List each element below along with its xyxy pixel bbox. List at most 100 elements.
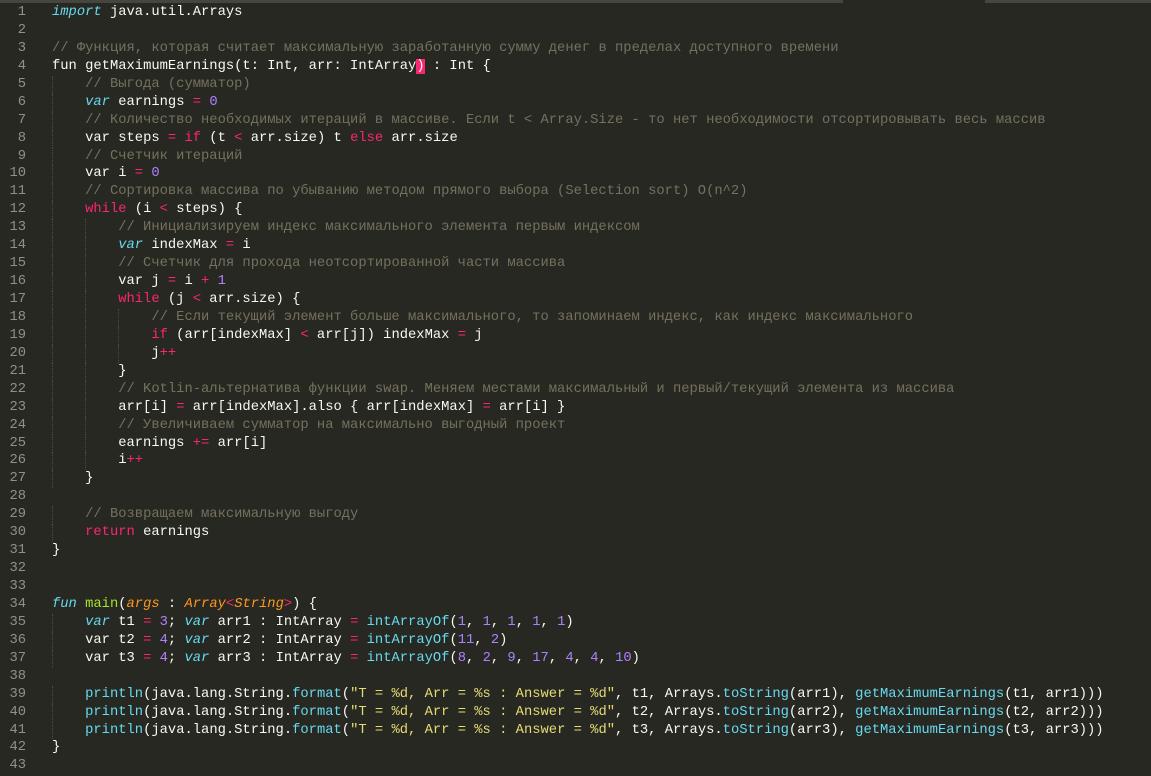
code-line[interactable]: 14 var indexMax = i bbox=[0, 237, 1151, 256]
code-token: ( bbox=[449, 632, 458, 648]
code-line[interactable]: 5 // Выгода (сумматор) bbox=[0, 75, 1151, 94]
code-line[interactable]: 3 // Функция, которая считает максимальну… bbox=[0, 40, 1151, 58]
code-token: } bbox=[85, 471, 94, 487]
code-line[interactable]: 17 while (j < arr.size) { bbox=[0, 291, 1151, 309]
code-token: 2 bbox=[482, 650, 491, 666]
code-token: // Счетчик для прохода неотсортированной… bbox=[118, 256, 566, 272]
code-line[interactable]: 30 return earnings bbox=[0, 524, 1151, 543]
code-token: arr2 : IntArray bbox=[209, 632, 351, 648]
code-line[interactable]: 6 var earnings = 0 bbox=[0, 93, 1151, 112]
code-line[interactable]: 24 // Увеличиваем сумматор на максимально… bbox=[0, 416, 1151, 435]
code-token: arr[i] } bbox=[490, 399, 566, 415]
code-line[interactable]: 23 arr[i] = arr[indexMax].also { arr[inde… bbox=[0, 398, 1151, 417]
code-editor[interactable]: 1 import java.util.Arrays 2 3// Функция, ко… bbox=[0, 4, 1151, 775]
code-line[interactable]: 4 fun getMaximumEarnings(t: Int, arr: Int… bbox=[0, 58, 1151, 76]
indent-guide bbox=[52, 416, 85, 435]
code-token: getMaximumEarnings bbox=[855, 704, 1005, 720]
indent-guide bbox=[52, 165, 85, 184]
code-line[interactable]: 1 import java.util.Arrays bbox=[0, 4, 1151, 22]
code-line[interactable]: 8 var steps = if (t < arr.size) t else ar… bbox=[0, 129, 1151, 148]
code-token: (java.lang.String. bbox=[143, 686, 293, 702]
indent-guide bbox=[52, 308, 85, 327]
matched-bracket-highlight: ) bbox=[416, 58, 425, 74]
code-text: earnings += arr[i] bbox=[52, 434, 267, 453]
code-token: 1 bbox=[457, 614, 467, 630]
indent-guide bbox=[52, 398, 85, 417]
code-line[interactable]: 25 earnings += arr[i] bbox=[0, 434, 1151, 453]
code-line[interactable]: 42} bbox=[0, 739, 1151, 757]
indent-guide bbox=[52, 434, 85, 453]
code-line[interactable]: 43 bbox=[0, 757, 1151, 775]
indent-guide bbox=[52, 255, 85, 274]
code-line[interactable]: 38 bbox=[0, 668, 1151, 686]
indent-guide bbox=[85, 219, 118, 238]
code-line[interactable]: 11 // Сортировка массива по убыванию мето… bbox=[0, 183, 1151, 202]
code-token: } bbox=[52, 543, 61, 559]
code-line[interactable]: 13 // Инициализируем индекс максимального… bbox=[0, 219, 1151, 238]
code-line[interactable]: 27} bbox=[0, 470, 1151, 489]
code-line[interactable]: 16 var j = i + 1 bbox=[0, 273, 1151, 291]
code-token: println bbox=[85, 704, 144, 720]
code-text: println(java.lang.String.format("T = %d,… bbox=[52, 721, 1104, 740]
code-token: while bbox=[85, 202, 127, 218]
code-line[interactable]: 22 // Kotlin-альтернатива функции swap. М… bbox=[0, 380, 1151, 399]
code-line[interactable]: 39 println(java.lang.String.format("T = %… bbox=[0, 685, 1151, 704]
horizontal-scrollbar-track[interactable] bbox=[0, 0, 843, 3]
code-text: // Kotlin-альтернатива функции swap. Мен… bbox=[52, 380, 954, 399]
code-text: var steps = if (t < arr.size) t else arr… bbox=[52, 129, 458, 148]
code-line[interactable]: 19 if (arr[indexMax] < arr[j]) indexMax =… bbox=[0, 326, 1151, 345]
code-line[interactable]: 7 // Количество необходимых итераций в ма… bbox=[0, 111, 1151, 130]
code-line[interactable]: 2 bbox=[0, 22, 1151, 40]
code-token: fun bbox=[52, 596, 77, 612]
code-line[interactable]: 29 // Возвращаем максимальную выгоду bbox=[0, 506, 1151, 525]
code-token: 10 bbox=[615, 650, 632, 666]
code-line[interactable]: 40 println(java.lang.String.format("T = %… bbox=[0, 703, 1151, 722]
line-number: 13 bbox=[9, 220, 26, 236]
code-token: , bbox=[573, 650, 591, 666]
code-line[interactable]: 31} bbox=[0, 542, 1151, 560]
code-line[interactable]: 32 bbox=[0, 560, 1151, 578]
code-token: var i bbox=[85, 166, 135, 182]
code-token: (j bbox=[159, 292, 193, 307]
code-token: var bbox=[184, 614, 210, 630]
indent-guide bbox=[85, 273, 118, 291]
code-line[interactable]: 41 println(java.lang.String.format("T = %… bbox=[0, 721, 1151, 740]
code-line[interactable]: 12 while (i < steps) { bbox=[0, 201, 1151, 220]
code-text: println(java.lang.String.format("T = %d,… bbox=[52, 703, 1104, 722]
code-token: = bbox=[167, 130, 177, 146]
code-text: var earnings = 0 bbox=[52, 93, 218, 112]
code-line[interactable]: 20 j++ bbox=[0, 344, 1151, 363]
code-line[interactable]: 21} bbox=[0, 362, 1151, 381]
code-line[interactable]: 36 var t2 = 4; var arr2 : IntArray = intA… bbox=[0, 631, 1151, 650]
code-token: main bbox=[85, 596, 119, 612]
code-token: "T = %d, Arr = %s : Answer = %d" bbox=[350, 686, 616, 702]
code-line[interactable]: 28 bbox=[0, 488, 1151, 506]
indent-guide bbox=[52, 147, 85, 166]
code-token: 8 bbox=[457, 650, 467, 666]
code-token: // Функция, которая считает максимальную… bbox=[52, 40, 839, 56]
horizontal-scrollbar-track[interactable] bbox=[985, 0, 1151, 3]
code-token: 9 bbox=[507, 650, 516, 666]
code-line[interactable]: 18 // Если текущий элемент больше максима… bbox=[0, 308, 1151, 327]
code-token: toString bbox=[722, 722, 789, 738]
indent-guide bbox=[52, 237, 85, 256]
code-line[interactable]: 34 fun main(args : Array<String>) { bbox=[0, 596, 1151, 614]
code-token: , bbox=[466, 614, 483, 630]
code-line[interactable]: 15 // Счетчик для прохода неотсортированн… bbox=[0, 255, 1151, 274]
code-line[interactable]: 35 var t1 = 3; var arr1 : IntArray = intA… bbox=[0, 613, 1151, 632]
indent-guide bbox=[52, 93, 85, 112]
code-token: , t3, Arrays. bbox=[615, 722, 723, 738]
code-line[interactable]: 26 i++ bbox=[0, 452, 1151, 471]
code-line[interactable]: 33 bbox=[0, 578, 1151, 596]
code-text: var t2 = 4; var arr2 : IntArray = intArr… bbox=[52, 631, 507, 650]
code-token: getMaximumEarnings bbox=[855, 686, 1005, 702]
indent-guide bbox=[85, 434, 118, 453]
code-line[interactable]: 9 // Счетчик итераций bbox=[0, 147, 1151, 166]
code-token: (t bbox=[201, 130, 235, 146]
code-token: } bbox=[52, 740, 61, 756]
code-token: , bbox=[490, 614, 508, 630]
line-number: 39 bbox=[9, 686, 26, 702]
code-line[interactable]: 10 var i = 0 bbox=[0, 165, 1151, 184]
code-line[interactable]: 37 var t3 = 4; var arr3 : IntArray = intA… bbox=[0, 649, 1151, 668]
